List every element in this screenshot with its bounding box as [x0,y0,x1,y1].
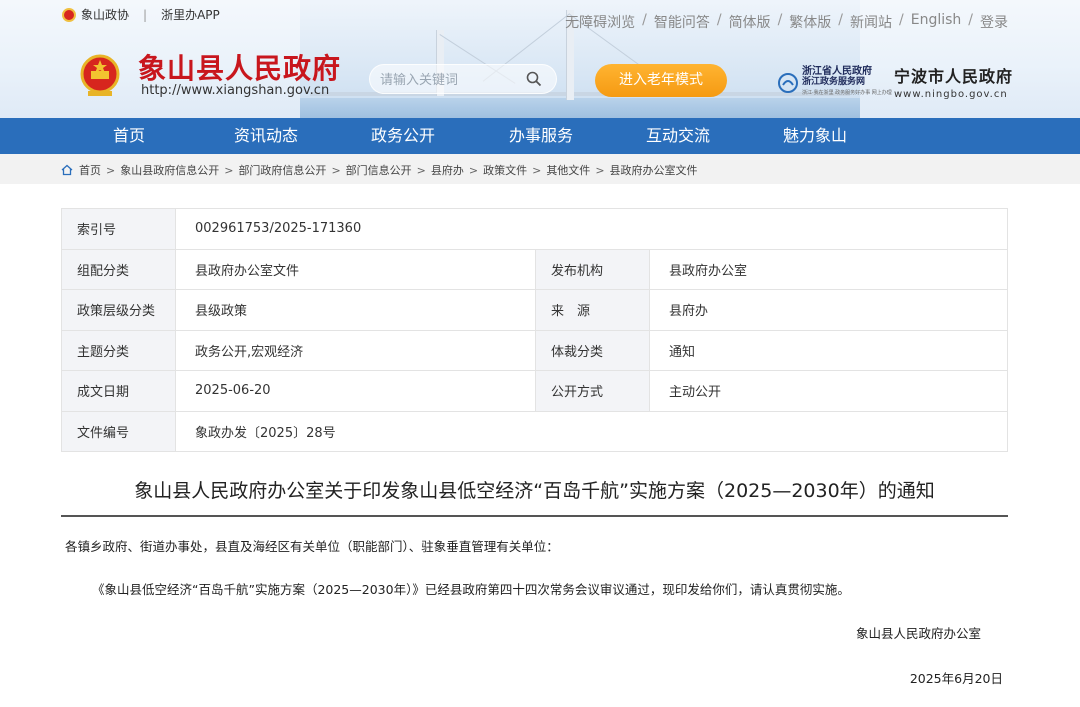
breadcrumb-item[interactable]: 政策文件 [483,162,527,178]
english-link[interactable]: English [911,12,962,32]
table-row: 索引号 002961753/2025-171360 [61,208,1008,250]
table-row: 政策层级分类 县级政策 来 源 县府办 [61,289,1008,331]
source-label: 来 源 [535,289,650,331]
ningbo-gov-name: 宁波市人民政府 [894,67,1014,86]
genre-value: 通知 [649,329,1008,371]
body-paragraph: 《象山县低空经济“百岛千航”实施方案（2025—2030年）》已经县政府第四十四… [92,582,850,597]
topic-value: 政务公开,宏观经济 [175,329,536,371]
index-label: 索引号 [61,208,176,250]
nav-news[interactable]: 资讯动态 [206,118,326,154]
date-value: 2025-06-20 [175,370,536,412]
title-divider [61,515,1008,517]
publisher-label: 发布机构 [535,248,650,290]
breadcrumb-item[interactable]: 部门信息公开 [346,162,412,178]
category-value: 县政府办公室文件 [175,248,536,290]
breadcrumb-item[interactable]: 首页 [79,162,101,178]
breadcrumb: 首页 > 象山县政府信息公开 > 部门政府信息公开 > 部门信息公开 > 县府办 > 政策… [61,162,698,178]
topic-label: 主题分类 [61,329,176,371]
search-box [369,64,557,94]
national-emblem-icon [80,54,120,96]
ningbo-gov-url: www.ningbo.gov.cn [894,89,1008,100]
utility-links: 无障碍浏览 / 智能问答 / 简体版 / 繁体版 / 新闻站 / English / 登录 [565,12,1008,32]
breadcrumb-item[interactable]: 县政府办公室文件 [610,162,698,178]
document-info-table: 索引号 002961753/2025-171360 组配分类 县政府办公室文件 … [61,208,1008,452]
zj-gov-name: 浙江省人民政府 [802,66,872,77]
breadcrumb-item[interactable]: 象山县政府信息公开 [120,162,219,178]
nav-gov-affairs[interactable]: 政务公开 [343,118,463,154]
nav-charm-xiangshan[interactable]: 魅力象山 [755,118,875,154]
cppcc-link[interactable]: 象山政协 [81,6,129,23]
source-value: 县府办 [649,289,1008,331]
doc-number-value: 象政办发〔2025〕28号 [175,410,1008,452]
smart-qa-link[interactable]: 智能问答 [654,12,710,32]
separator: | [143,7,148,22]
accessibility-link[interactable]: 无障碍浏览 [565,12,635,32]
traditional-link[interactable]: 繁体版 [789,12,831,32]
site-title[interactable]: 象山县人民政府 [138,47,341,87]
elder-mode-button[interactable]: 进入老年模式 [595,64,727,97]
open-method-label: 公开方式 [535,370,650,412]
document-title: 象山县人民政府办公室关于印发象山县低空经济“百岛千航”实施方案（2025—203… [134,480,935,502]
salutation-paragraph: 各镇乡政府、街道办事处，县直及海经区有关单位（职能部门）、驻象垂直管理有关单位： [65,539,559,554]
header-sea [300,98,860,118]
site-url: http://www.xiangshan.gov.cn [141,83,330,98]
category-label: 组配分类 [61,248,176,290]
nav-services[interactable]: 办事服务 [481,118,601,154]
top-left-links: 象山政协 | 浙里办APP [62,6,220,23]
ningbo-gov-logo[interactable]: 宁波市人民政府 www.ningbo.gov.cn [894,63,1013,100]
breadcrumb-item[interactable]: 县府办 [431,162,464,178]
zhejiang-gov-logo[interactable]: 浙江省人民政府 浙江政务服务网 浙江·我在浙里 政务服务好办事 网上办理 [778,66,892,99]
open-method-value: 主动公开 [649,370,1008,412]
search-input[interactable] [380,70,520,90]
news-site-link[interactable]: 新闻站 [850,12,892,32]
home-icon [61,164,73,176]
publisher-value: 县政府办公室 [649,248,1008,290]
breadcrumb-bar: 首页 > 象山县政府信息公开 > 部门政府信息公开 > 部门信息公开 > 县府办 > 政策… [0,154,1080,184]
login-link[interactable]: 登录 [980,12,1008,32]
table-row: 文件编号 象政办发〔2025〕28号 [61,410,1008,452]
simplified-link[interactable]: 简体版 [729,12,771,32]
signature: 象山县人民政府办公室 [855,626,981,641]
table-row: 主题分类 政务公开,宏观经济 体裁分类 通知 [61,329,1008,371]
table-row: 组配分类 县政府办公室文件 发布机构 县政府办公室 [61,248,1008,290]
index-value: 002961753/2025-171360 [175,208,1008,250]
zheliban-app-link[interactable]: 浙里办APP [161,6,220,23]
nav-home[interactable]: 首页 [69,118,189,154]
cppcc-emblem-icon [62,7,76,22]
doc-number-label: 文件编号 [61,410,176,452]
table-row: 成文日期 2025-06-20 公开方式 主动公开 [61,370,1008,412]
zhejiang-logo-icon [778,72,798,93]
level-value: 县级政策 [175,289,536,331]
level-label: 政策层级分类 [61,289,176,331]
genre-label: 体裁分类 [535,329,650,371]
main-nav: 首页 资讯动态 政务公开 办事服务 互动交流 魅力象山 [0,118,1080,154]
breadcrumb-item[interactable]: 部门政府信息公开 [238,162,326,178]
signature-date: 2025年6月20日 [909,671,1003,686]
zj-service-name: 浙江政务服务网 [802,77,866,87]
site-header: 象山政协 | 浙里办APP 无障碍浏览 / 智能问答 / 简体版 / 繁体版 / 新闻站… [0,0,1080,118]
date-label: 成文日期 [61,370,176,412]
zj-slogan: 浙江·我在浙里 政务服务好办事 网上办理 [802,90,892,96]
search-icon[interactable] [526,71,542,87]
nav-interaction[interactable]: 互动交流 [618,118,738,154]
breadcrumb-item[interactable]: 其他文件 [546,162,590,178]
